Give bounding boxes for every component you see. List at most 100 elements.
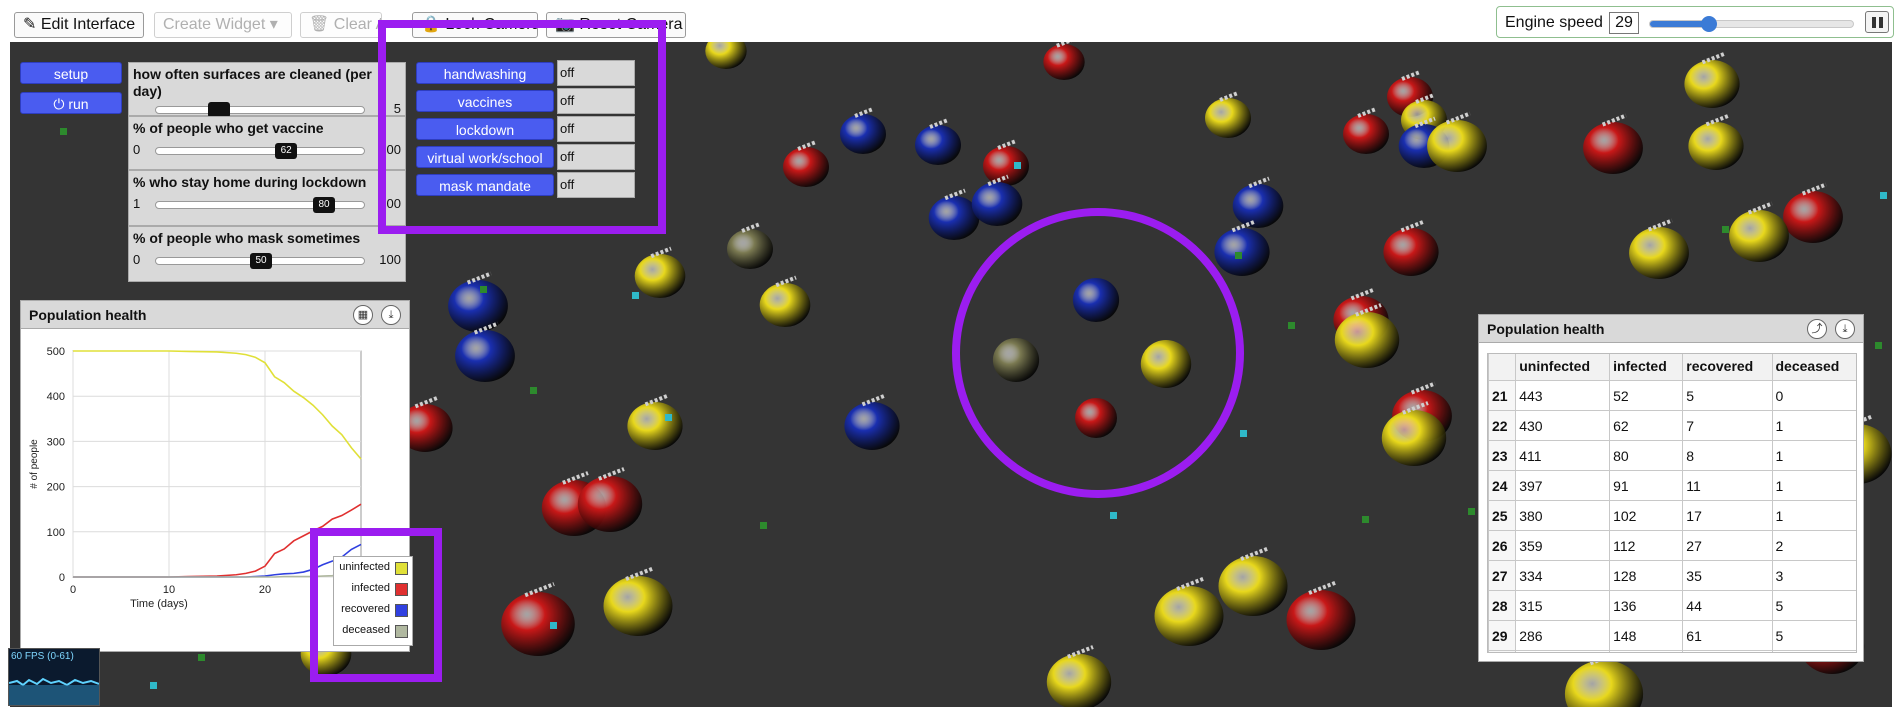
table-cell: 7: [1682, 410, 1773, 441]
chart-view-icon[interactable]: ⤴: [1807, 319, 1827, 339]
table-cell: 128: [1609, 560, 1684, 591]
engine-speed-thumb[interactable]: [1701, 16, 1718, 32]
slider-thumb[interactable]: 80: [313, 197, 335, 213]
row-index-cell: 29: [1488, 620, 1517, 651]
table-cell: 1: [1771, 470, 1856, 501]
table-cell: 80: [1609, 440, 1684, 471]
slider-track[interactable]: 62: [155, 143, 365, 159]
slider-track[interactable]: [155, 102, 365, 118]
download-icon[interactable]: ⤓: [381, 305, 401, 325]
table-body: 21 443 52 5 0 22 430 62 7 1 23 411 80 8 1 24 397 91 11 1 25 3…: [1488, 380, 1856, 652]
agent-sphere: [1218, 556, 1288, 616]
dropdown-arrow-icon: ▾: [269, 16, 278, 33]
table-cell: 44: [1682, 590, 1773, 621]
table-row: 30261161726: [1488, 650, 1856, 652]
row-index-cell: 27: [1488, 560, 1517, 591]
engine-speed-value[interactable]: 29: [1609, 12, 1639, 34]
agent-sphere: [1232, 184, 1284, 228]
agent-sphere: [448, 280, 508, 332]
engine-speed-label: Engine speed: [1505, 14, 1603, 31]
surface-particle: [665, 414, 672, 421]
slider-row: 0 62 00: [129, 140, 405, 160]
engine-speed-slider[interactable]: [1649, 16, 1854, 32]
slider-thumb[interactable]: 50: [250, 253, 272, 269]
x-tick-label: 10: [163, 584, 175, 596]
x-axis-label: Time (days): [130, 598, 188, 610]
surface-particle: [760, 522, 767, 529]
agent-sphere: [759, 283, 811, 327]
table-cell: 17: [1682, 500, 1773, 531]
slider-title: % who stay home during lockdown: [133, 174, 367, 190]
create-widget-button[interactable]: Create Widget ▾: [154, 12, 292, 38]
agent-sphere: [1583, 122, 1643, 174]
table-cell: 430: [1515, 410, 1611, 441]
download-icon[interactable]: ⤓: [1835, 319, 1855, 339]
table-cell: 411: [1515, 440, 1611, 471]
surface-particle: [150, 682, 157, 689]
agent-sphere: [1684, 60, 1740, 108]
annotation-box-legend: [310, 528, 442, 682]
agent-sphere: [1383, 228, 1439, 276]
table-cell: 443: [1515, 380, 1611, 411]
slider-track[interactable]: 80: [155, 197, 365, 213]
top-toolbar: ✎ Edit Interface Create Widget ▾ 🗑 Clear…: [0, 0, 1902, 42]
edit-interface-label: Edit Interface: [40, 16, 136, 33]
slider-row: 1 80 00: [129, 194, 405, 214]
table-cell: 11: [1682, 470, 1773, 501]
table-scroll-area[interactable]: uninfected infected recovered deceased 2…: [1487, 353, 1857, 653]
slider-max: 100: [379, 252, 401, 267]
edit-interface-button[interactable]: ✎ Edit Interface: [14, 12, 144, 38]
agent-sphere: [577, 476, 643, 532]
table-row: 27 334 128 35 3: [1488, 560, 1856, 591]
table-cell: 359: [1515, 530, 1611, 561]
table-cell: 62: [1609, 410, 1684, 441]
y-tick-label: 0: [59, 572, 65, 584]
table-cell: 5: [1771, 590, 1856, 621]
setup-button[interactable]: setup: [20, 62, 122, 84]
row-index-cell: 24: [1488, 470, 1517, 501]
clear-button[interactable]: 🗑 Clear A: [300, 12, 382, 38]
y-tick-label: 100: [47, 527, 65, 539]
power-icon: ⏻: [53, 96, 65, 112]
engine-speed-control: Engine speed 29: [1496, 6, 1894, 38]
pause-button[interactable]: [1865, 11, 1889, 33]
row-index-cell: 23: [1488, 440, 1517, 471]
surface-particle: [1240, 430, 1247, 437]
table-view-icon[interactable]: ▦: [353, 305, 373, 325]
table-row: 26 359 112 27 2: [1488, 530, 1856, 561]
table-header-row: uninfected infected recovered deceased: [1488, 354, 1856, 381]
x-tick-label: 0: [70, 584, 76, 596]
table-row: 22 430 62 7 1: [1488, 410, 1856, 441]
slider-mask: % of people who mask sometimes 0 50 100: [128, 226, 406, 282]
slider-min: 0: [133, 252, 141, 267]
annotation-circle-agents: [952, 208, 1244, 498]
slider-surfaces-cleaned: how often surfaces are cleaned (per day)…: [128, 62, 406, 118]
run-button[interactable]: ⏻ run: [20, 92, 122, 114]
table-cell: 61: [1682, 620, 1773, 651]
agent-sphere: [983, 146, 1029, 186]
slider-min: 0: [133, 142, 141, 157]
table-cell: 1: [1771, 440, 1856, 471]
surface-particle: [1235, 252, 1242, 259]
table-cell: 3: [1771, 560, 1856, 591]
population-health-table: Population health ⤴ ⤓ uninfected infecte…: [1478, 314, 1864, 662]
fps-graph: [9, 677, 99, 705]
column-header: [1488, 354, 1517, 381]
table-header: Population health ⤴ ⤓: [1479, 315, 1863, 343]
plot-header: Population health ▦ ⤓: [21, 301, 409, 329]
annotation-box-switches: [378, 20, 666, 234]
table-cell: 161: [1609, 650, 1684, 652]
agent-sphere: [1154, 586, 1224, 646]
agent-sphere: [1343, 114, 1389, 154]
y-tick-label: 500: [47, 346, 65, 358]
agent-sphere: [1381, 410, 1447, 466]
row-index-cell: 21: [1488, 380, 1517, 411]
row-index-cell: 30: [1488, 650, 1517, 652]
slider-thumb[interactable]: 62: [275, 143, 298, 159]
slider-lockdown: % who stay home during lockdown 1 80 00: [128, 170, 406, 226]
row-index-cell: 25: [1488, 500, 1517, 531]
column-header: deceased: [1771, 354, 1856, 381]
surface-particle: [530, 387, 537, 394]
slider-track[interactable]: 50: [155, 253, 365, 269]
agent-sphere: [783, 147, 829, 187]
